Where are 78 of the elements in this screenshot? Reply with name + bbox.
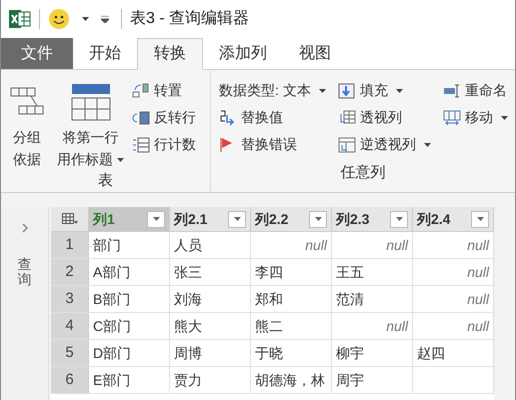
table-cell: 熊二 — [251, 313, 332, 339]
table-cell: 周宇 — [332, 367, 413, 393]
ribbon-button[interactable]: 反转行 — [132, 105, 196, 130]
table-cell: 人员 — [170, 232, 251, 258]
panel-label: 查询 — [18, 257, 32, 288]
table-cell: null — [332, 313, 413, 339]
table-cell: null — [413, 286, 494, 312]
ribbon-button[interactable]: 移动 — [442, 105, 508, 130]
ribbon-tab[interactable]: 开始 — [73, 38, 137, 69]
ribbon-button[interactable]: 行计数 — [132, 132, 196, 157]
large-ribbon-button[interactable]: 将第一行 用作标题 — [53, 78, 128, 170]
filter-dropdown-icon[interactable] — [228, 210, 246, 228]
table-cell: D部门 — [89, 340, 170, 366]
ribbon-button[interactable]: 逆透视列 — [338, 132, 431, 157]
smiley-icon[interactable] — [48, 8, 70, 30]
dropdown-caret-icon — [82, 17, 89, 21]
row-number: 3 — [51, 286, 89, 312]
table-cell: 熊大 — [170, 313, 251, 339]
table-cell: 赵四 — [413, 340, 494, 366]
table-cell: 刘海 — [170, 286, 251, 312]
row-count-icon — [132, 136, 150, 152]
table-cell: 周博 — [170, 340, 251, 366]
table-icon — [62, 213, 78, 225]
table-cell: null — [332, 232, 413, 258]
filter-dropdown-icon[interactable] — [147, 210, 165, 228]
table-cell: 部门 — [89, 232, 170, 258]
rename-icon — [442, 82, 461, 98]
row-number: 5 — [51, 340, 89, 366]
ribbon-group-label: 任意列 — [340, 162, 386, 182]
table-cell: 张三 — [170, 259, 251, 285]
expand-chevron-icon[interactable] — [22, 223, 28, 233]
large-ribbon-button[interactable]: 分组 依据 — [5, 78, 49, 170]
table-cell: B部门 — [89, 286, 170, 312]
ribbon-button[interactable]: 填充 — [338, 78, 431, 103]
table-header-icon — [70, 83, 110, 121]
table-cell: 王五 — [332, 259, 413, 285]
table-cell: C部门 — [89, 313, 170, 339]
table-cell: 贾力 — [170, 367, 251, 393]
ribbon-group-label: 表 — [97, 171, 114, 191]
table-cell: null — [251, 232, 332, 258]
table-cell: 郑和 — [251, 286, 332, 312]
move-column-icon — [442, 110, 461, 126]
reverse-rows-icon — [132, 110, 150, 126]
table-cell: null — [413, 313, 494, 339]
table-cell: null — [413, 259, 494, 285]
file-menu-button[interactable]: 文件 — [1, 38, 73, 69]
ribbon-button[interactable]: 转置 — [132, 78, 196, 103]
table-cell: 李四 — [251, 259, 332, 285]
replace-values-icon — [219, 110, 237, 126]
filter-dropdown-icon[interactable] — [390, 210, 408, 228]
spreadsheet-app-icon[interactable] — [9, 9, 31, 29]
ribbon-button[interactable]: 替换值 — [219, 105, 326, 130]
pivot-table-icon — [338, 110, 356, 126]
table-cell: 范清 — [332, 286, 413, 312]
ribbon-tab[interactable]: 视图 — [283, 38, 347, 69]
ribbon-button[interactable]: 重命名 — [442, 78, 508, 103]
ribbon-button[interactable]: 数据类型: 文本 — [219, 78, 326, 103]
ribbon-button[interactable]: 透视列 — [338, 105, 431, 130]
row-number: 4 — [51, 313, 89, 339]
table-cell: E部门 — [89, 367, 170, 393]
transpose-icon — [132, 82, 150, 98]
customize-toolbar-icon[interactable] — [101, 16, 109, 22]
row-number: 6 — [51, 367, 89, 393]
table-cell: 胡德海，林 — [251, 367, 332, 393]
filter-dropdown-icon[interactable] — [471, 210, 489, 228]
table-cell: 于晓 — [251, 340, 332, 366]
row-number: 1 — [51, 232, 89, 258]
ribbon-button[interactable]: 替换错误 — [219, 132, 326, 157]
table-cell: A部门 — [89, 259, 170, 285]
row-number: 2 — [51, 259, 89, 285]
ribbon-tab[interactable]: 转换 — [137, 38, 203, 70]
table-cell: 柳宇 — [332, 340, 413, 366]
filter-dropdown-icon[interactable] — [309, 210, 327, 228]
ribbon-tab[interactable]: 添加列 — [203, 38, 283, 69]
unpivot-table-icon — [338, 136, 356, 152]
table-cell: null — [413, 232, 494, 258]
fill-down-icon — [338, 82, 356, 98]
window-title: 表3 - 查询编辑器 — [130, 8, 250, 29]
